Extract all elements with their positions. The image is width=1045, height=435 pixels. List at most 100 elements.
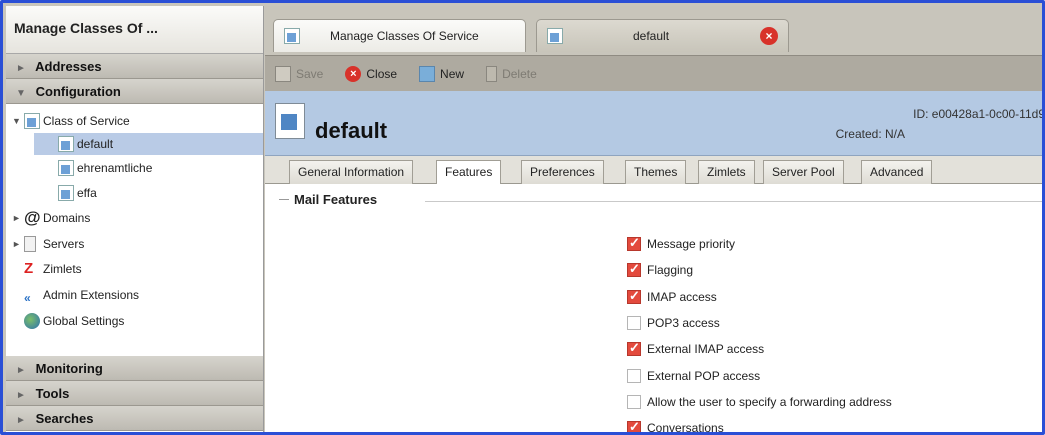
feature-label: IMAP access bbox=[647, 289, 717, 304]
feature-checkbox[interactable] bbox=[627, 394, 641, 409]
close-tab-icon[interactable]: × bbox=[760, 27, 778, 45]
settings-tab-bar: General Information Features Preferences… bbox=[265, 156, 1042, 185]
feature-checkbox[interactable] bbox=[627, 288, 641, 304]
tab-zimlets[interactable]: Zimlets bbox=[698, 160, 755, 184]
expand-arrow-icon: ► bbox=[16, 415, 26, 426]
feature-checkbox-row[interactable]: External IMAP access bbox=[627, 339, 764, 359]
object-header: default ID: e00428a1-0c00-11d9 Created: … bbox=[265, 91, 1045, 156]
accordion-searches[interactable]: ► Searches bbox=[6, 406, 263, 431]
section-divider bbox=[425, 201, 1042, 202]
class-of-service-icon bbox=[58, 185, 74, 201]
zimlet-icon: Z bbox=[24, 260, 34, 277]
accordion-configuration[interactable]: ▼ Configuration bbox=[6, 79, 263, 104]
tree-item-class-of-service[interactable]: ▼ Class of Service bbox=[12, 110, 130, 132]
feature-checkbox[interactable] bbox=[627, 368, 641, 383]
tree-item-label: ehrenamtliche bbox=[77, 161, 153, 175]
features-panel: Mail Features Message priority Flagging IM… bbox=[265, 184, 1042, 435]
tab-features[interactable]: Features bbox=[436, 160, 502, 185]
feature-label: Allow the user to specify a forwarding a… bbox=[647, 394, 892, 409]
expand-arrow-icon[interactable]: ► bbox=[12, 207, 24, 229]
feature-label: POP3 access bbox=[647, 315, 720, 330]
tree-item-label: Servers bbox=[43, 237, 85, 251]
feature-label: Conversations bbox=[647, 421, 724, 435]
section-title: Mail Features bbox=[279, 192, 377, 207]
feature-checkbox-row[interactable]: Flagging bbox=[627, 260, 693, 280]
created-date: Created: N/A bbox=[835, 127, 905, 141]
tree-item-label: Zimlets bbox=[43, 262, 82, 276]
new-icon bbox=[419, 65, 436, 82]
save-icon bbox=[275, 65, 291, 82]
tab-default[interactable]: default × bbox=[536, 19, 789, 52]
object-id: ID: e00428a1-0c00-11d9 bbox=[913, 107, 1045, 121]
tree-item-effa[interactable]: effa bbox=[58, 182, 97, 204]
tree-item-label: Global Settings bbox=[43, 314, 125, 328]
class-of-service-icon bbox=[547, 28, 563, 44]
tree-item-label: Admin Extensions bbox=[43, 288, 140, 302]
admin-console-window: Manage Classes Of ... ► Addresses ▼ Conf… bbox=[0, 0, 1045, 435]
feature-checkbox-row[interactable]: Allow the user to specify a forwarding a… bbox=[627, 392, 892, 412]
tab-general-information[interactable]: General Information bbox=[289, 160, 414, 184]
feature-checkbox-row[interactable]: Conversations bbox=[627, 418, 724, 435]
tree-item-global-settings[interactable]: Global Settings bbox=[24, 310, 124, 332]
feature-checkbox-row[interactable]: POP3 access bbox=[627, 313, 720, 333]
class-of-service-icon bbox=[58, 160, 74, 176]
at-sign-icon: @ bbox=[24, 208, 41, 227]
save-label: Save bbox=[296, 66, 324, 81]
collapse-arrow-icon[interactable]: ▼ bbox=[12, 110, 24, 132]
feature-checkbox-row[interactable]: Message priority bbox=[627, 234, 735, 254]
tree-item-default[interactable]: default bbox=[34, 133, 263, 155]
app-tab-bar: Manage Classes Of Service default × bbox=[265, 6, 1042, 55]
class-of-service-icon bbox=[275, 103, 305, 139]
accordion-monitoring[interactable]: ► Monitoring bbox=[6, 356, 263, 381]
feature-checkbox[interactable] bbox=[627, 419, 641, 432]
feature-checkbox-row[interactable]: IMAP access bbox=[627, 287, 717, 307]
tree-item-admin-extensions[interactable]: « Admin Extensions bbox=[24, 284, 139, 306]
expand-arrow-icon: ► bbox=[16, 390, 26, 401]
tree-item-label: Domains bbox=[43, 211, 91, 225]
globe-icon bbox=[24, 313, 40, 329]
tab-label: default bbox=[633, 29, 670, 43]
navigation-header: Manage Classes Of ... bbox=[6, 6, 263, 54]
feature-checkbox[interactable] bbox=[627, 340, 641, 357]
close-label: Close bbox=[366, 66, 398, 81]
delete-label: Delete bbox=[502, 66, 537, 81]
delete-button[interactable]: Delete bbox=[486, 65, 537, 82]
feature-label: Message priority bbox=[647, 237, 736, 251]
extension-icon: « bbox=[24, 291, 31, 305]
accordion-label: Monitoring bbox=[35, 361, 103, 376]
accordion-label: Tools bbox=[35, 386, 70, 401]
feature-checkbox-row[interactable]: External POP access bbox=[627, 366, 760, 386]
accordion-label: Searches bbox=[35, 411, 94, 426]
server-icon bbox=[24, 236, 36, 252]
new-button[interactable]: New bbox=[419, 65, 465, 82]
tree-item-domains[interactable]: ► @ Domains bbox=[12, 207, 90, 229]
tab-themes[interactable]: Themes bbox=[625, 160, 687, 184]
object-meta: ID: e00428a1-0c00-11d9 Created: N/A bbox=[835, 104, 1045, 144]
new-label: New bbox=[440, 66, 465, 81]
tree-item-ehrenamtliche[interactable]: ehrenamtliche bbox=[58, 157, 152, 179]
tab-label: Manage Classes Of Service bbox=[330, 29, 479, 43]
accordion-label: Configuration bbox=[35, 84, 121, 99]
close-button[interactable]: × Close bbox=[345, 65, 398, 82]
feature-checkbox[interactable] bbox=[627, 315, 641, 330]
section-title-label: Mail Features bbox=[294, 192, 378, 207]
trash-icon bbox=[486, 65, 498, 82]
tab-preferences[interactable]: Preferences bbox=[521, 160, 604, 184]
tree-item-servers[interactable]: ► Servers bbox=[12, 233, 84, 255]
accordion-addresses[interactable]: ► Addresses bbox=[6, 54, 263, 79]
accordion-tools[interactable]: ► Tools bbox=[6, 381, 263, 406]
feature-checkbox[interactable] bbox=[627, 261, 641, 278]
save-button[interactable]: Save bbox=[275, 65, 324, 82]
tree-item-label: default bbox=[77, 137, 114, 151]
feature-checkbox[interactable] bbox=[627, 235, 641, 251]
toolbar: Save × Close New Delete bbox=[265, 55, 1042, 91]
tab-advanced[interactable]: Advanced bbox=[861, 160, 933, 184]
tab-server-pool[interactable]: Server Pool bbox=[763, 160, 844, 184]
class-of-service-icon bbox=[24, 113, 40, 129]
feature-label: External IMAP access bbox=[647, 342, 765, 357]
tree-item-zimlets[interactable]: Z Zimlets bbox=[24, 258, 82, 280]
tab-manage-classes-of-service[interactable]: Manage Classes Of Service bbox=[273, 19, 526, 52]
expand-arrow-icon[interactable]: ► bbox=[12, 233, 24, 255]
expand-arrow-icon: ► bbox=[16, 63, 26, 74]
class-of-service-icon bbox=[58, 136, 74, 152]
